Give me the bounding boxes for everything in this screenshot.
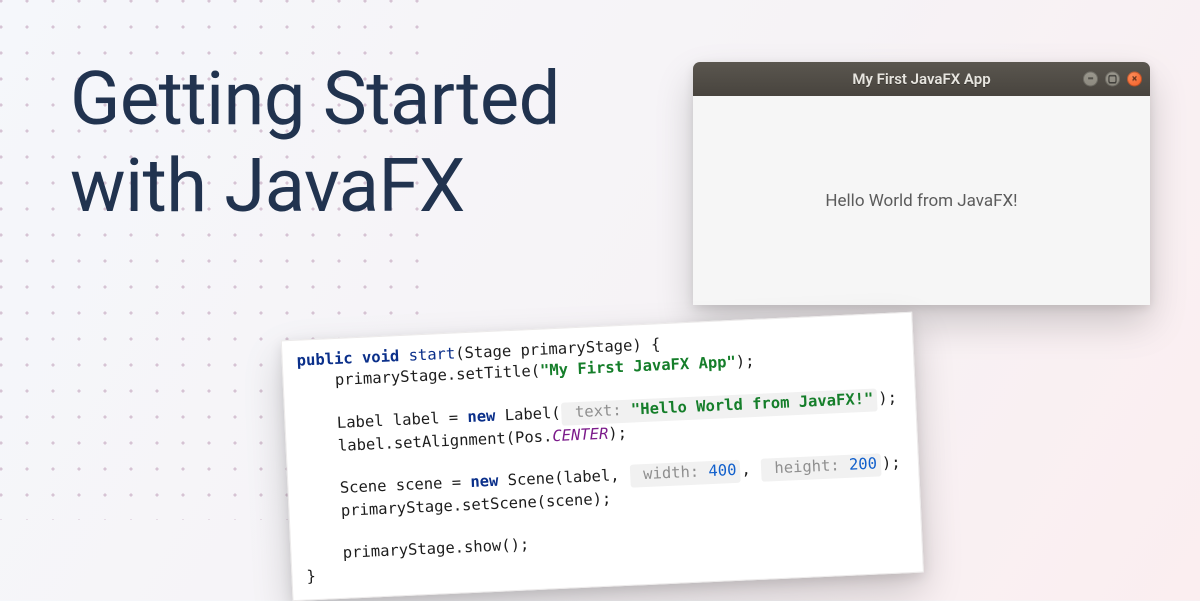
code-kw-public: public [296,349,353,370]
window-body: Hello World from JavaFX! [693,96,1150,305]
sample-app-window: My First JavaFX App – ▢ × Hello World fr… [693,62,1150,305]
code-l7-head: Scene scene = [302,473,471,499]
page-title: Getting Started with JavaFX [70,56,560,231]
code-l7-ctor: Scene(label, [498,466,629,490]
title-line-1: Getting Started [70,56,560,143]
code-kw-void: void [362,347,400,367]
code-snippet: public void start(Stage primaryStage) { … [281,312,924,601]
title-line-2: with JavaFX [70,143,465,230]
code-l11: } [306,567,316,585]
maximize-icon[interactable]: ▢ [1105,72,1120,87]
minimize-icon[interactable]: – [1083,72,1098,87]
code-hint-width-name: width: [643,463,700,484]
code-block: public void start(Stage primaryStage) { … [296,323,908,587]
code-hint-width-val: 400 [699,461,737,481]
code-method-name: start [408,345,455,365]
code-hint-height-name: height: [774,456,840,477]
code-hint-height-val: 200 [839,455,877,475]
window-controls: – ▢ × [1083,72,1142,87]
code-l10: primaryStage.show(); [305,536,530,564]
code-l4-tail: ); [878,389,897,408]
window-titlebar: My First JavaFX App – ▢ × [693,62,1150,96]
close-icon[interactable]: × [1127,72,1142,87]
code-hint-text: text: "Hello World from JavaFX!" [561,389,878,426]
code-l2-tail: ); [735,352,754,371]
code-kw-new1: new [467,407,496,426]
code-l7-comma: , [741,460,760,479]
code-hint-text-name: text: [575,401,622,421]
code-l5-tail: ); [608,423,627,442]
code-l5-enum: CENTER [552,424,609,445]
code-l4-ctor: Label( [495,404,561,425]
code-hint-width: width: 400 [629,460,741,487]
code-kw-new2: new [470,472,499,491]
hello-label: Hello World from JavaFX! [825,191,1017,211]
code-l4-str: "Hello World from JavaFX!" [631,390,874,419]
window-title: My First JavaFX App [693,70,1150,88]
code-l4-head: Label label = [299,408,468,434]
code-hint-height: height: 200 [761,454,882,482]
code-l7-tail: ); [882,454,901,473]
